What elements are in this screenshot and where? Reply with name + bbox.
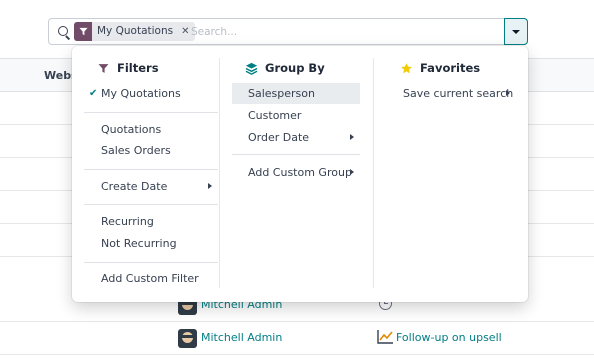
caret-right-icon — [350, 169, 354, 175]
group-by-title: Group By — [265, 61, 325, 75]
group-by-customer[interactable]: Customer — [232, 105, 360, 126]
search-icon[interactable] — [58, 26, 68, 36]
star-icon — [399, 61, 414, 76]
divider — [232, 154, 360, 155]
search-input[interactable] — [191, 24, 491, 40]
salesperson-name[interactable]: Mitchell Admin — [201, 331, 282, 344]
divider — [84, 169, 218, 170]
table-row[interactable]: Mitchell Admin Follow-up on upsell — [0, 322, 594, 355]
search-bar: My Quotations ✕ — [48, 18, 528, 45]
filters-column: Filters ✔ My Quotations Quotations Sales… — [84, 58, 218, 285]
filter-my-quotations[interactable]: ✔ My Quotations — [84, 83, 218, 104]
layers-icon — [244, 61, 259, 76]
facet-label: My Quotations — [97, 25, 174, 37]
group-by-column: Group By Salesperson Customer Order Date… — [232, 58, 360, 179]
search-options-dropdown: Filters ✔ My Quotations Quotations Sales… — [72, 46, 528, 302]
search-facet: My Quotations ✕ — [74, 22, 196, 41]
column-divider — [219, 58, 220, 288]
caret-down-icon — [512, 29, 520, 34]
group-by-salesperson[interactable]: Salesperson — [232, 83, 360, 104]
add-custom-group-select[interactable]: Add Custom Group — [232, 162, 360, 183]
group-by-order-date[interactable]: Order Date — [232, 127, 360, 148]
avatar — [178, 329, 197, 348]
chart-line-icon[interactable] — [377, 329, 394, 344]
filter-not-recurring[interactable]: Not Recurring — [84, 233, 218, 254]
filter-sales-orders[interactable]: Sales Orders — [84, 140, 218, 161]
divider — [84, 204, 218, 205]
add-custom-filter-button[interactable]: Add Custom Filter — [84, 268, 218, 289]
activity-summary[interactable]: Follow-up on upsell — [396, 331, 502, 344]
caret-right-icon — [350, 134, 354, 140]
caret-right-icon — [506, 90, 510, 96]
filter-recurring[interactable]: Recurring — [84, 211, 218, 232]
filters-title: Filters — [117, 61, 159, 75]
search-panel-toggle-button[interactable] — [504, 18, 528, 45]
filter-icon — [96, 61, 111, 76]
filter-create-date[interactable]: Create Date — [84, 176, 218, 197]
caret-right-icon — [208, 183, 212, 189]
favorites-title: Favorites — [420, 61, 481, 75]
save-current-search-button[interactable]: Save current search — [387, 83, 517, 104]
favorites-column: Favorites Save current search — [387, 58, 517, 100]
divider — [84, 262, 218, 263]
filter-quotations[interactable]: Quotations — [84, 119, 218, 140]
filter-icon — [74, 22, 92, 41]
column-divider — [373, 58, 374, 288]
check-icon: ✔ — [89, 88, 98, 99]
divider — [84, 112, 218, 113]
